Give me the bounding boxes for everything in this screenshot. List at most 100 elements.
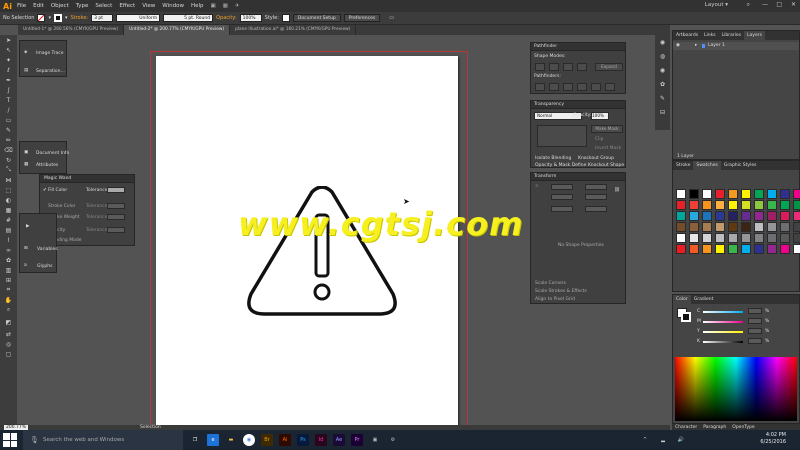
- color-swatch[interactable]: [793, 233, 800, 243]
- notifications-icon[interactable]: ^: [639, 434, 651, 446]
- color-swatch[interactable]: [767, 233, 777, 243]
- fill-swatch[interactable]: [37, 14, 46, 22]
- color-swatch[interactable]: [728, 244, 738, 254]
- pen-tool-icon[interactable]: ✒: [0, 75, 17, 85]
- slice-tool-icon[interactable]: ⌗: [0, 285, 17, 295]
- clip-label[interactable]: Clip: [595, 137, 604, 142]
- free-transform-tool-icon[interactable]: ⬚: [0, 185, 17, 195]
- color-swatch[interactable]: [793, 189, 800, 199]
- preferences-button[interactable]: Preferences: [343, 14, 381, 22]
- expand-layer-icon[interactable]: ▸: [695, 43, 697, 48]
- color-swatch[interactable]: [702, 222, 712, 232]
- app-icon[interactable]: ▣: [369, 434, 381, 446]
- reference-point-icon[interactable]: ⁙: [535, 184, 539, 189]
- stroke-color-box[interactable]: [681, 312, 691, 322]
- workspace-switcher[interactable]: Layout ▾: [705, 2, 728, 8]
- curvature-tool-icon[interactable]: ∫: [0, 85, 17, 95]
- stroke-weight-field[interactable]: 3 pt: [91, 14, 114, 22]
- image-trace-item[interactable]: Image Trace: [36, 51, 63, 56]
- windows-start-icon[interactable]: [3, 433, 17, 447]
- file-explorer-icon[interactable]: ▬: [225, 434, 237, 446]
- attributes-icon[interactable]: ▦: [24, 162, 28, 167]
- color-swatch[interactable]: [689, 211, 699, 221]
- color-swatch[interactable]: [767, 244, 777, 254]
- symbol-sprayer-tool-icon[interactable]: ✿: [0, 255, 17, 265]
- layer-row[interactable]: ◉ ▸ Layer 1: [673, 42, 799, 50]
- color-swatch[interactable]: [767, 211, 777, 221]
- type-tool-icon[interactable]: T: [0, 95, 17, 105]
- arrange-icon[interactable]: ▦: [223, 3, 228, 9]
- color-swatch[interactable]: [676, 189, 686, 199]
- color-swatch[interactable]: [728, 200, 738, 210]
- variable-width-profile[interactable]: Uniform: [116, 14, 161, 22]
- eraser-tool-icon[interactable]: ⌫: [0, 145, 17, 155]
- shape-builder-tool-icon[interactable]: ◐: [0, 195, 17, 205]
- color-swatch[interactable]: [715, 211, 725, 221]
- color-swatch[interactable]: [676, 244, 686, 254]
- stroke-swatch[interactable]: [53, 14, 62, 22]
- color-swatch[interactable]: [780, 211, 790, 221]
- bridge-icon[interactable]: Br: [261, 434, 273, 446]
- c-field[interactable]: [748, 308, 762, 314]
- fill-stroke-icon[interactable]: ◩: [0, 315, 17, 329]
- color-swatch[interactable]: [767, 189, 777, 199]
- x-field[interactable]: [551, 184, 573, 190]
- stroke-label[interactable]: Stroke:: [70, 15, 88, 21]
- color-swatch[interactable]: [676, 211, 686, 221]
- visibility-icon[interactable]: ◉: [676, 43, 680, 48]
- close-icon[interactable]: ✕: [791, 1, 796, 8]
- photoshop-icon[interactable]: Ps: [297, 434, 309, 446]
- taskbar-search[interactable]: 🎙 Search the web and Windows: [23, 430, 183, 450]
- scale-strokes-checkbox[interactable]: Scale Strokes & Effects: [535, 289, 587, 294]
- color-swatch[interactable]: [793, 200, 800, 210]
- microphone-icon[interactable]: 🎙: [30, 430, 39, 450]
- color-swatch[interactable]: [702, 189, 712, 199]
- scale-tool-icon[interactable]: ⤡: [0, 165, 17, 175]
- tab-stroke[interactable]: Stroke: [673, 161, 693, 170]
- tolerance-field[interactable]: [107, 187, 125, 193]
- tab-links[interactable]: Links: [701, 31, 719, 40]
- height-field[interactable]: [585, 194, 607, 200]
- menu-type[interactable]: Type: [76, 3, 89, 9]
- swap-colors-icon[interactable]: ⇄: [0, 329, 17, 339]
- layer-name[interactable]: Layer 1: [708, 43, 725, 48]
- tab-color[interactable]: Color: [673, 295, 691, 304]
- premiere-icon[interactable]: Pr: [351, 434, 363, 446]
- hand-tool-icon[interactable]: ✋: [0, 295, 17, 305]
- invert-mask-label[interactable]: Invert Mask: [595, 146, 621, 151]
- exclude-icon[interactable]: [577, 63, 587, 71]
- document-setup-button[interactable]: Document Setup: [292, 14, 341, 22]
- color-swatch[interactable]: [689, 222, 699, 232]
- appearance-icon[interactable]: ◉: [655, 63, 670, 77]
- color-swatch[interactable]: [793, 244, 800, 254]
- color-swatch[interactable]: [715, 222, 725, 232]
- y-field[interactable]: [551, 194, 573, 200]
- color-swatch[interactable]: [780, 233, 790, 243]
- width-tool-icon[interactable]: ⋈: [0, 175, 17, 185]
- constrain-link-icon[interactable]: ⛓: [614, 188, 620, 193]
- menu-effect[interactable]: Effect: [119, 3, 135, 9]
- color-swatch[interactable]: [741, 200, 751, 210]
- color-swatch[interactable]: [754, 211, 764, 221]
- color-swatch[interactable]: [741, 222, 751, 232]
- perspective-grid-tool-icon[interactable]: ▦: [0, 205, 17, 215]
- rotate-tool-icon[interactable]: ↻: [0, 155, 17, 165]
- opacity-mask-checkbox[interactable]: Opacity & Mask Define Knockout Shape: [535, 163, 624, 168]
- merge-icon[interactable]: [563, 83, 573, 91]
- search-icon[interactable]: ⌕: [747, 1, 750, 9]
- play-icon[interactable]: ▶: [26, 224, 29, 229]
- opacity-field[interactable]: 100%: [239, 14, 262, 22]
- color-swatch[interactable]: [741, 189, 751, 199]
- screen-mode-icon[interactable]: ▢: [0, 349, 17, 359]
- zoom-tool-icon[interactable]: ⌕: [0, 305, 17, 315]
- opacity-field[interactable]: 100%: [591, 112, 609, 120]
- color-swatch[interactable]: [741, 211, 751, 221]
- volume-icon[interactable]: 🔊: [675, 434, 687, 446]
- brushes-icon[interactable]: ✎: [655, 91, 670, 105]
- color-swatch[interactable]: [689, 244, 699, 254]
- menu-help[interactable]: Help: [191, 3, 204, 9]
- m-slider[interactable]: [703, 321, 743, 323]
- column-graph-tool-icon[interactable]: ▥: [0, 265, 17, 275]
- line-tool-icon[interactable]: /: [0, 105, 17, 115]
- eyedropper-tool-icon[interactable]: ⌇: [0, 235, 17, 245]
